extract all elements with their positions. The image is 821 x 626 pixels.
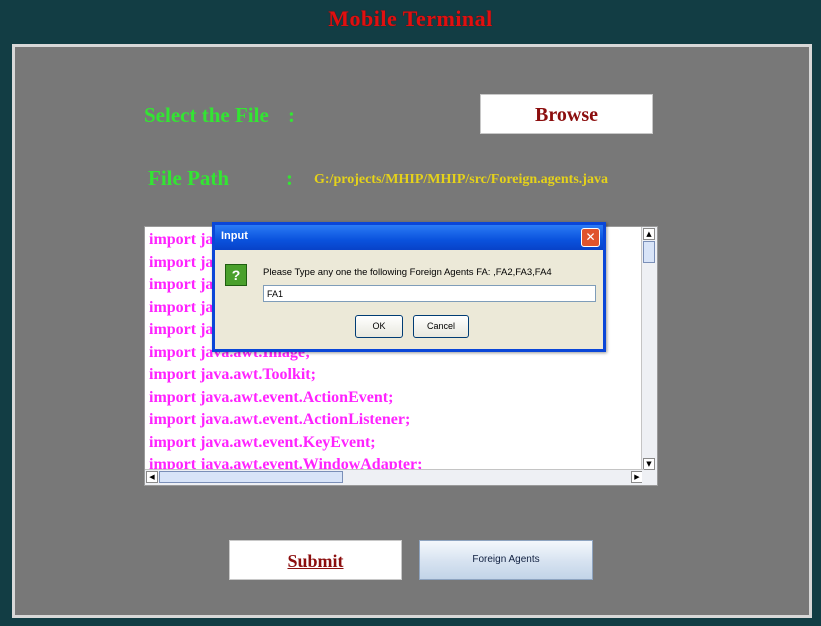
- ok-button[interactable]: OK: [355, 315, 403, 338]
- close-icon[interactable]: ✕: [581, 228, 600, 247]
- input-dialog: Input ✕ ? Please Type any one the follow…: [212, 222, 606, 352]
- dialog-title-bar[interactable]: Input ✕: [215, 225, 603, 250]
- agent-input-field[interactable]: [263, 285, 596, 302]
- scroll-left-icon[interactable]: ◀: [146, 471, 158, 483]
- vertical-scrollbar[interactable]: ▲ ▼: [641, 227, 657, 471]
- dialog-title: Input: [221, 230, 248, 242]
- submit-button[interactable]: Submit: [229, 540, 402, 580]
- dialog-message: Please Type any one the following Foreig…: [263, 267, 552, 278]
- file-path-colon: :: [286, 166, 293, 190]
- foreign-agents-button[interactable]: Foreign Agents: [419, 540, 593, 580]
- code-line: import java.awt.event.ActionListener;: [149, 411, 411, 428]
- select-file-colon: :: [288, 103, 295, 127]
- select-file-label: Select the File: [144, 103, 269, 127]
- cancel-button[interactable]: Cancel: [413, 315, 469, 338]
- browse-button[interactable]: Browse: [480, 94, 653, 134]
- file-path-value: G:/projects/MHIP/MHIP/src/Foreign.agents…: [314, 172, 608, 187]
- question-icon: ?: [225, 264, 247, 286]
- horizontal-scrollbar[interactable]: ◀ ▶: [145, 469, 644, 485]
- app-window: Mobile Terminal Select the File : Browse…: [0, 0, 821, 626]
- vertical-scroll-thumb[interactable]: [643, 241, 655, 263]
- horizontal-scroll-thumb[interactable]: [159, 471, 343, 483]
- code-line: import java.awt.event.KeyEvent;: [149, 433, 376, 451]
- window-title: Mobile Terminal: [328, 6, 493, 31]
- file-path-label: File Path: [148, 166, 230, 190]
- scroll-corner: [642, 470, 657, 485]
- code-line: import java.awt.Toolkit;: [149, 366, 316, 383]
- code-line: import java.awt.event.ActionEvent;: [149, 388, 394, 406]
- scroll-up-icon[interactable]: ▲: [643, 228, 655, 240]
- scroll-down-icon[interactable]: ▼: [643, 458, 655, 470]
